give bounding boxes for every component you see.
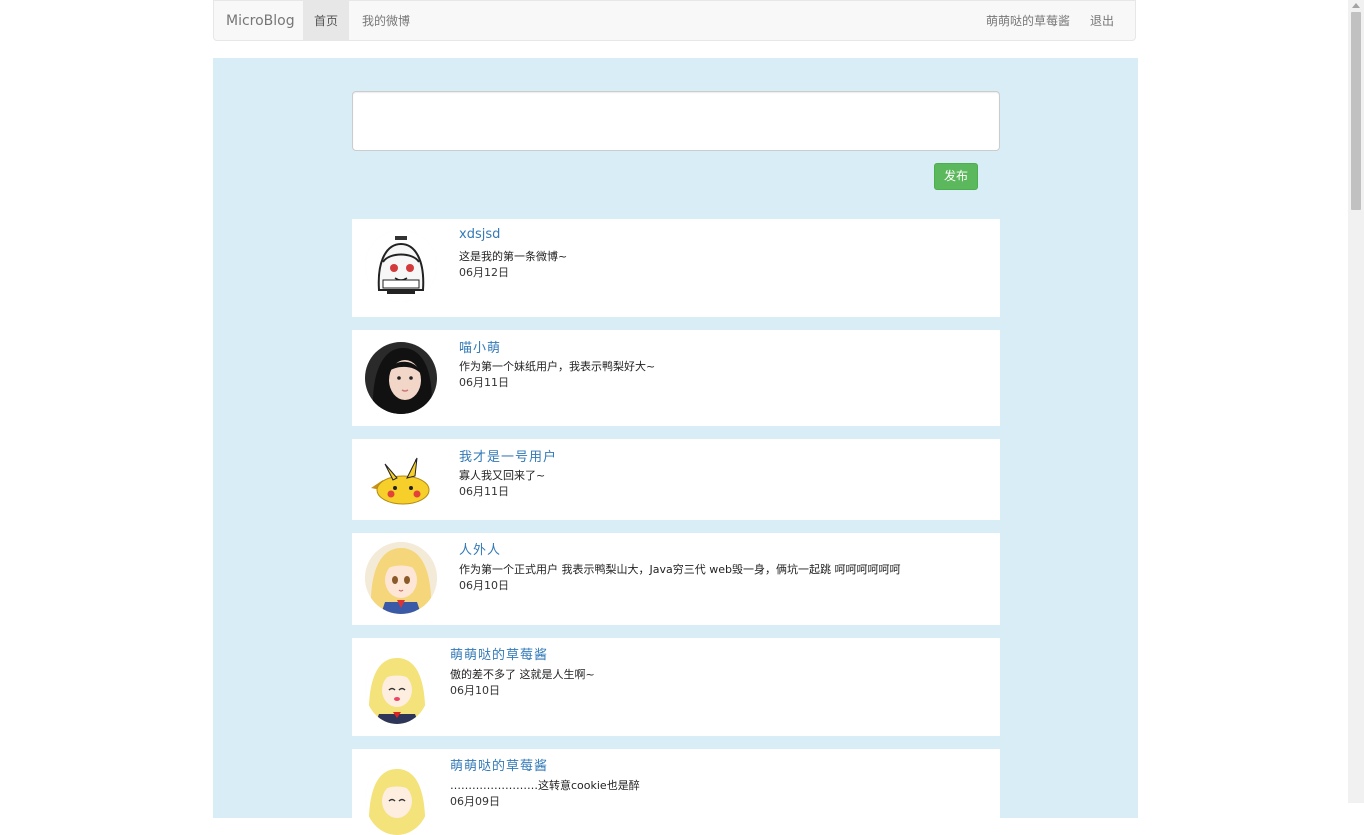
post-text: 寡人我又回来了~ xyxy=(459,469,546,482)
blonde-anime-avatar[interactable] xyxy=(365,652,429,724)
nav-username-link[interactable]: 萌萌哒的草莓酱 xyxy=(975,1,1081,41)
post-card: 我才是一号用户 寡人我又回来了~ 06月11日 xyxy=(352,439,1000,520)
post-textarea[interactable] xyxy=(352,91,1000,151)
main-panel: 发布 xdsjsd 这是我的第一条微博~ 06月12日 喵小萌 作为第一个妹纸用… xyxy=(213,58,1138,835)
post-username[interactable]: xdsjsd xyxy=(459,227,500,242)
top-navbar: MicroBlog 首页 我的微博 萌萌哒的草莓酱 退出 xyxy=(213,0,1136,41)
post-card: 萌萌哒的草莓酱 ……………………这转意cookie也是醉 06月09日 xyxy=(352,749,1000,835)
nav-my-weibo-tab[interactable]: 我的微博 xyxy=(351,1,421,41)
post-username[interactable]: 萌萌哒的草莓酱 xyxy=(450,755,548,774)
post-text: 傲的差不多了 这就是人生啊~ xyxy=(450,668,595,681)
cartoon-ghost-avatar[interactable] xyxy=(365,230,437,302)
post-card: 萌萌哒的草莓酱 傲的差不多了 这就是人生啊~ 06月10日 xyxy=(352,638,1000,736)
blonde-anime-avatar[interactable] xyxy=(365,763,429,835)
post-card: xdsjsd 这是我的第一条微博~ 06月12日 xyxy=(352,219,1000,317)
brand-link[interactable]: MicroBlog xyxy=(226,1,295,41)
anime-girl-avatar[interactable] xyxy=(365,542,437,614)
post-date: 06月10日 xyxy=(450,684,500,697)
post-username[interactable]: 人外人 xyxy=(459,539,501,558)
scroll-thumb[interactable] xyxy=(1351,12,1361,210)
post-date: 06月11日 xyxy=(459,376,509,389)
pikachu-avatar[interactable] xyxy=(365,444,437,516)
post-date: 06月12日 xyxy=(459,266,509,279)
publish-button[interactable]: 发布 xyxy=(934,163,978,190)
post-text: ……………………这转意cookie也是醉 xyxy=(450,779,640,792)
post-card: 喵小萌 作为第一个妹纸用户，我表示鸭梨好大~ 06月11日 xyxy=(352,330,1000,426)
post-text: 作为第一个妹纸用户，我表示鸭梨好大~ xyxy=(459,360,656,373)
post-date: 06月11日 xyxy=(459,485,509,498)
nav-home-tab[interactable]: 首页 xyxy=(303,1,350,41)
post-username[interactable]: 萌萌哒的草莓酱 xyxy=(450,644,548,663)
scroll-up-arrow-icon[interactable] xyxy=(1352,3,1360,8)
post-card: 人外人 作为第一个正式用户 我表示鸭梨山大，Java穷三代 web毁一身，俩坑一… xyxy=(352,533,1000,625)
girl-photo-avatar[interactable] xyxy=(365,342,437,414)
post-username[interactable]: 喵小萌 xyxy=(459,337,501,356)
post-username[interactable]: 我才是一号用户 xyxy=(459,446,557,465)
post-date: 06月10日 xyxy=(459,579,509,592)
post-text: 作为第一个正式用户 我表示鸭梨山大，Java穷三代 web毁一身，俩坑一起跳 呵… xyxy=(459,563,901,576)
post-date: 06月09日 xyxy=(450,795,500,808)
nav-logout-link[interactable]: 退出 xyxy=(1079,1,1125,41)
page-scrollbar[interactable] xyxy=(1348,0,1364,803)
post-text: 这是我的第一条微博~ xyxy=(459,250,568,263)
